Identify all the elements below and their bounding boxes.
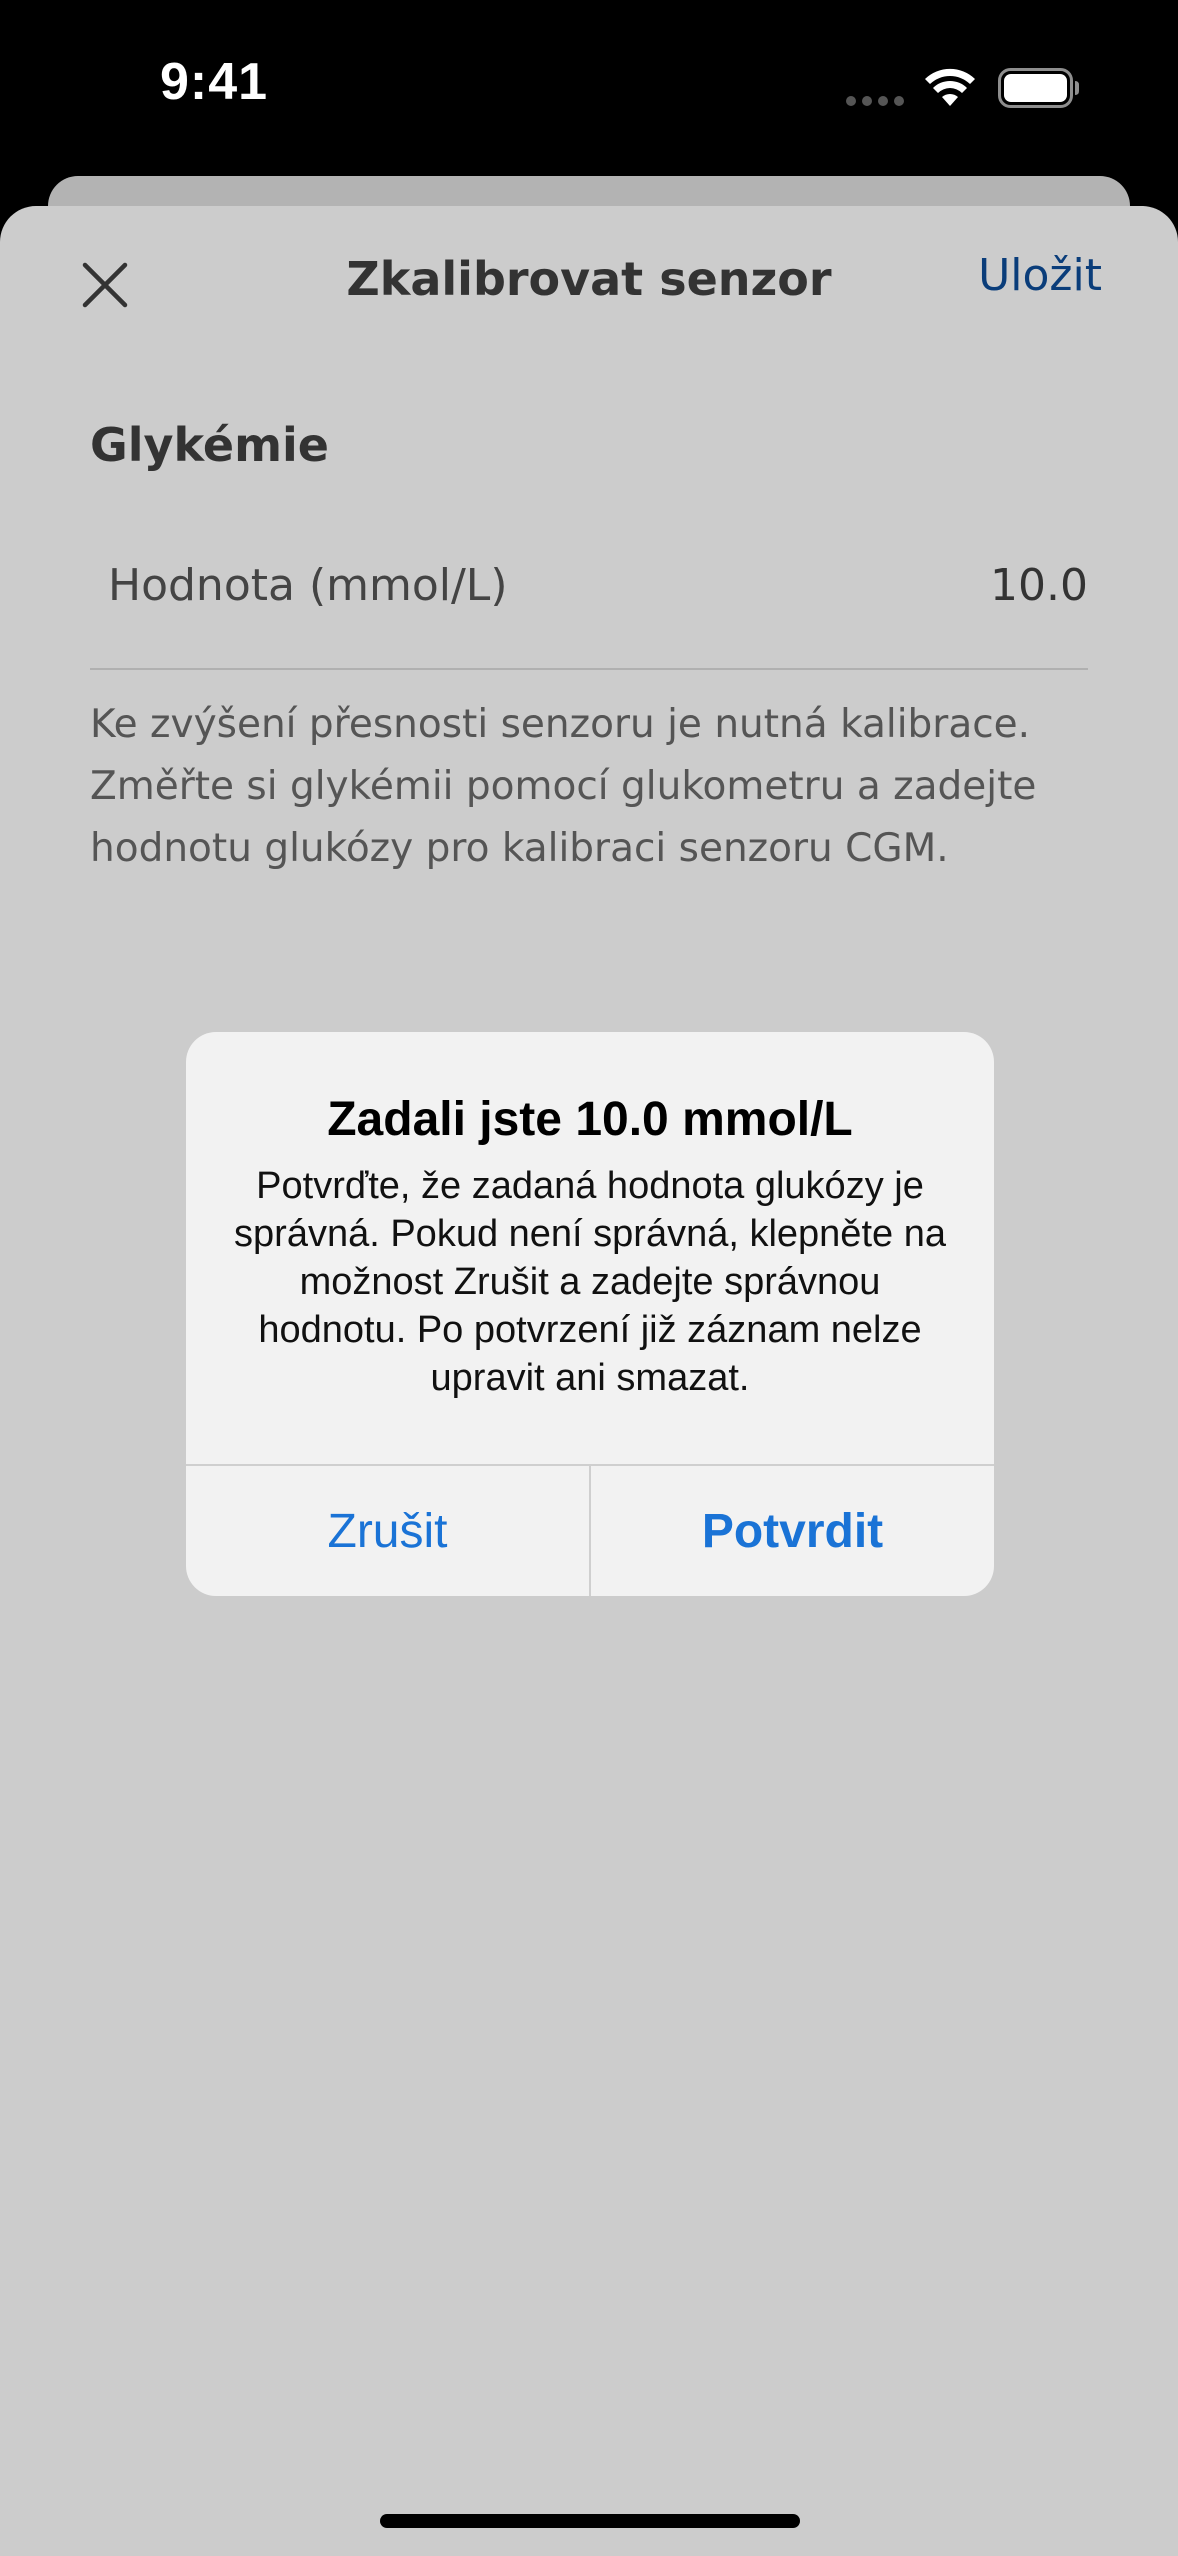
- home-indicator[interactable]: [380, 2514, 800, 2528]
- signal-dots-icon: [846, 96, 904, 106]
- help-text: Ke zvýšení přesnosti senzoru je nutná ka…: [90, 702, 1037, 871]
- field-divider: [90, 668, 1088, 670]
- alert-title: Zadali jste 10.0 mmol/L: [327, 1093, 853, 1146]
- alert-message: Potvrďte, že zadaná hodnota glukózy je s…: [234, 1165, 946, 1399]
- field-label: Hodnota (mmol/L): [108, 560, 508, 611]
- confirmation-alert: Zadali jste 10.0 mmol/L Potvrďte, že zad…: [186, 1032, 994, 1596]
- section-title: Glykémie: [90, 418, 329, 472]
- save-button[interactable]: Uložit: [978, 250, 1102, 301]
- status-bar: 9:41: [0, 0, 1178, 176]
- cancel-button[interactable]: Zrušit: [186, 1466, 589, 1596]
- wifi-icon: [925, 68, 975, 106]
- field-value[interactable]: 10.0: [990, 560, 1088, 611]
- confirm-button[interactable]: Potvrdit: [591, 1466, 994, 1596]
- battery-icon: [998, 68, 1079, 108]
- status-time: 9:41: [160, 53, 269, 111]
